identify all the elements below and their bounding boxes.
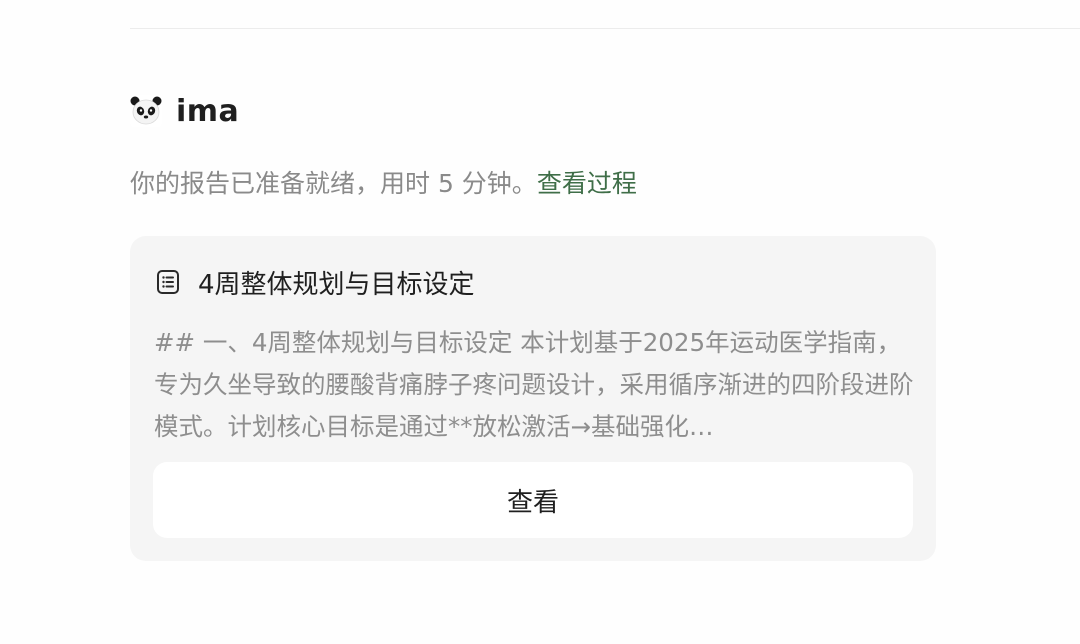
- view-process-link[interactable]: 查看过程: [537, 169, 637, 198]
- view-report-button[interactable]: 查看: [153, 462, 913, 538]
- report-card: 4周整体规划与目标设定 ## 一、4周整体规划与目标设定 本计划基于2025年运…: [130, 236, 936, 561]
- document-list-icon: [157, 270, 179, 294]
- status-text: 你的报告已准备就绪，用时 5 分钟。: [130, 169, 537, 198]
- bot-header: ima: [130, 91, 239, 131]
- status-message: 你的报告已准备就绪，用时 5 分钟。查看过程: [130, 166, 637, 202]
- report-title: 4周整体规划与目标设定: [198, 269, 475, 300]
- chat-page: ima 你的报告已准备就绪，用时 5 分钟。查看过程 4周整体规划与目标设定 #…: [0, 0, 1080, 644]
- panda-avatar-icon: [130, 95, 162, 127]
- report-card-header: 4周整体规划与目标设定: [154, 264, 475, 300]
- divider: [130, 28, 1080, 29]
- bot-name: ima: [176, 93, 240, 129]
- report-excerpt: ## 一、4周整体规划与目标设定 本计划基于2025年运动医学指南，专为久坐导致…: [154, 328, 914, 441]
